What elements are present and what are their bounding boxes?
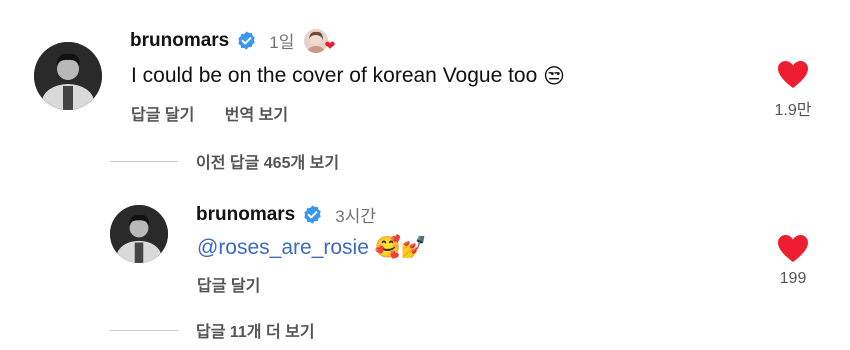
heart-icon[interactable] xyxy=(777,60,809,90)
reply-button[interactable]: 답글 달기 xyxy=(197,278,260,295)
avatar[interactable] xyxy=(34,42,102,110)
verified-badge-icon xyxy=(302,204,323,225)
heart-icon: ❤ xyxy=(324,37,336,53)
heart-icon[interactable] xyxy=(777,234,809,264)
divider-line xyxy=(110,329,178,331)
see-translation-button[interactable]: 번역 보기 xyxy=(225,107,288,124)
reply-button[interactable]: 답글 달기 xyxy=(131,107,194,124)
view-more-replies-button[interactable]: 답글 11개 더 보기 xyxy=(110,318,315,342)
view-previous-replies-label: 이전 답글 465개 보기 xyxy=(196,155,340,172)
view-more-replies-label: 답글 11개 더 보기 xyxy=(196,324,315,341)
comment-text: I could be on the cover of korean Vogue … xyxy=(131,64,538,88)
like-count: 199 xyxy=(779,270,807,287)
username[interactable]: brunomars xyxy=(130,30,229,52)
verified-badge-icon xyxy=(236,30,257,51)
username[interactable]: brunomars xyxy=(196,204,295,226)
view-previous-replies-button[interactable]: 이전 답글 465개 보기 xyxy=(110,149,339,173)
like-count: 1.9만 xyxy=(774,102,812,119)
avatar[interactable] xyxy=(110,205,168,263)
divider-line xyxy=(110,160,178,162)
timestamp: 1일 xyxy=(269,33,295,52)
timestamp: 3시간 xyxy=(335,207,376,226)
mention-link[interactable]: @roses_are_rosie xyxy=(197,236,369,259)
emoji-group: 🥰💅 xyxy=(374,236,428,260)
liked-by-author-avatar: ❤ xyxy=(304,28,335,53)
unamused-emoji: 😒 xyxy=(543,65,566,88)
